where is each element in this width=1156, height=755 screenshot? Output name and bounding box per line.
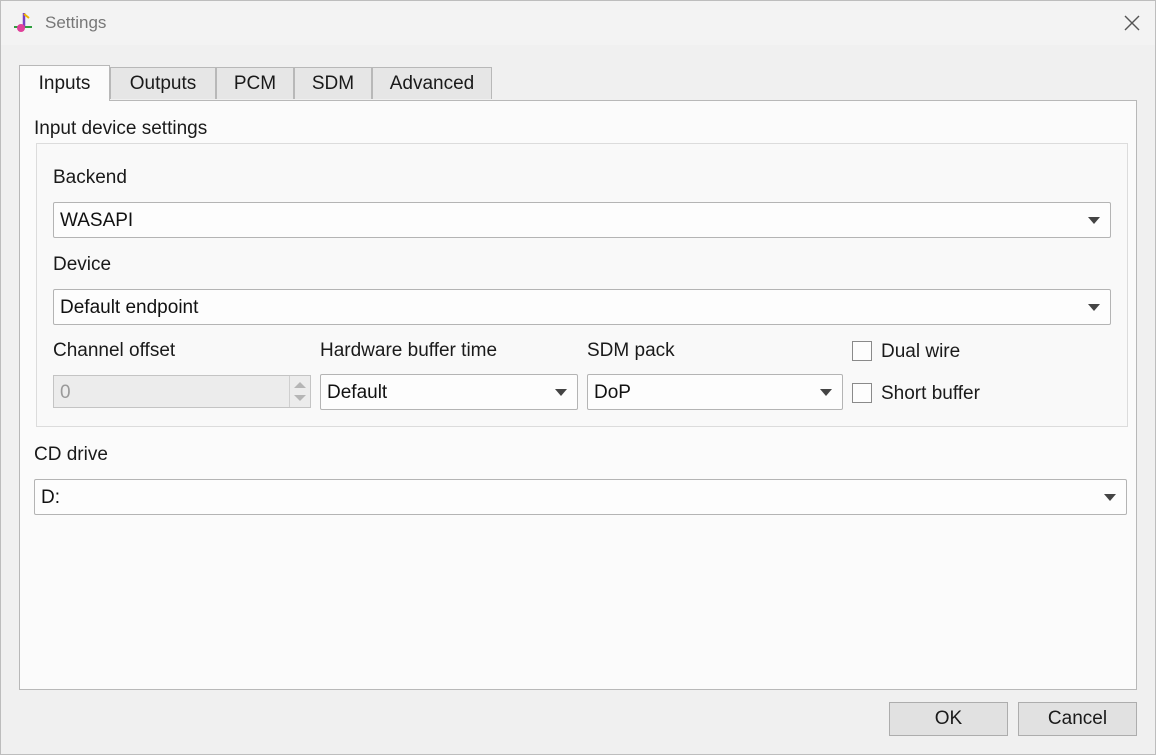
cd-drive-value: D: [41, 487, 60, 508]
hardware-buffer-time-label: Hardware buffer time [320, 340, 498, 361]
device-select[interactable]: Default endpoint [53, 289, 1111, 325]
window-title: Settings [45, 13, 107, 32]
channel-offset-spinbox[interactable]: 0 [53, 375, 311, 408]
hardware-buffer-time-value: Default [327, 382, 388, 403]
device-value: Default endpoint [60, 297, 199, 318]
music-note-icon [14, 13, 32, 32]
channel-offset-value: 0 [60, 382, 71, 403]
device-label: Device [53, 254, 112, 275]
backend-value: WASAPI [60, 210, 134, 231]
dual-wire-checkbox[interactable] [852, 341, 872, 361]
input-device-settings-group: Backend WASAPI Device Default endpoint C… [36, 143, 1128, 427]
chevron-down-icon [1104, 494, 1116, 501]
close-button[interactable] [1115, 7, 1149, 39]
chevron-down-icon [555, 389, 567, 396]
sdm-pack-select[interactable]: DoP [587, 374, 843, 410]
ok-button[interactable]: OK [889, 702, 1008, 736]
title-bar: Settings [1, 1, 1155, 45]
settings-dialog: Settings Inputs Outputs PCM SDM Advanced… [0, 0, 1156, 755]
chevron-down-icon [820, 389, 832, 396]
tab-pcm[interactable]: PCM [216, 67, 294, 99]
dual-wire-label: Dual wire [881, 341, 961, 362]
chevron-down-icon [1088, 304, 1100, 311]
tab-sdm[interactable]: SDM [294, 67, 372, 99]
inputs-tab-panel: Input device settings Backend WASAPI Dev… [19, 100, 1137, 690]
tab-advanced[interactable]: Advanced [372, 67, 492, 99]
short-buffer-label: Short buffer [881, 383, 980, 404]
backend-label: Backend [53, 167, 127, 188]
sdm-pack-label: SDM pack [587, 340, 675, 361]
cd-drive-select[interactable]: D: [34, 479, 1127, 515]
arrow-up-icon[interactable] [294, 382, 306, 388]
backend-select[interactable]: WASAPI [53, 202, 1111, 238]
tab-outputs[interactable]: Outputs [110, 67, 216, 99]
arrow-down-icon[interactable] [294, 395, 306, 401]
cd-drive-label: CD drive [34, 444, 108, 465]
hardware-buffer-time-select[interactable]: Default [320, 374, 578, 410]
chevron-down-icon [1088, 217, 1100, 224]
cancel-button[interactable]: Cancel [1018, 702, 1137, 736]
channel-offset-label: Channel offset [53, 340, 176, 361]
input-device-settings-title: Input device settings [34, 118, 208, 139]
close-icon [1124, 15, 1140, 31]
spin-buttons [289, 376, 310, 407]
sdm-pack-value: DoP [594, 382, 631, 403]
tab-inputs[interactable]: Inputs [19, 65, 110, 101]
short-buffer-checkbox[interactable] [852, 383, 872, 403]
